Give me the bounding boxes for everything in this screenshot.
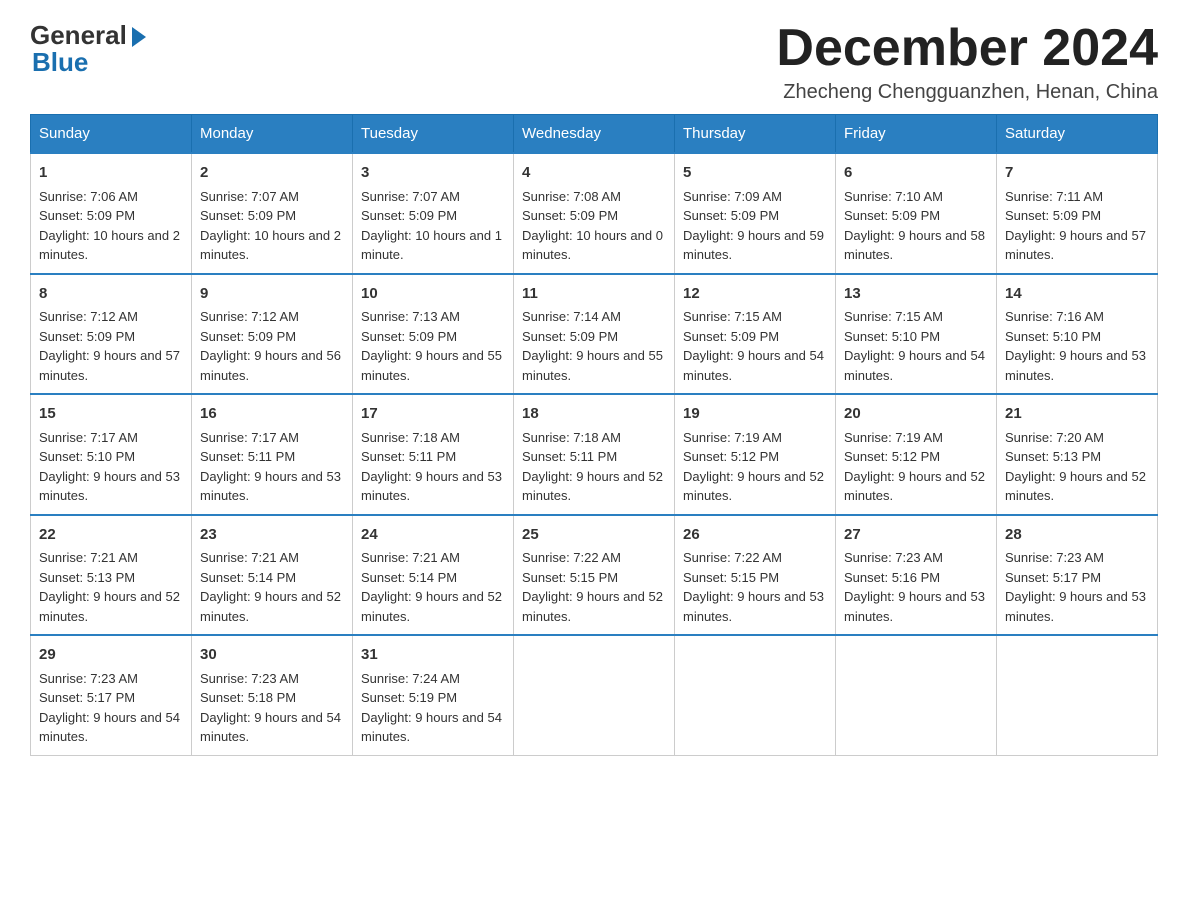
day-number: 6 <box>844 162 988 185</box>
calendar-cell: 5Sunrise: 7:09 AMSunset: 5:09 PMDaylight… <box>675 153 836 274</box>
calendar-week-row: 8Sunrise: 7:12 AMSunset: 5:09 PMDaylight… <box>31 274 1158 395</box>
day-number: 30 <box>200 644 344 667</box>
calendar-cell: 2Sunrise: 7:07 AMSunset: 5:09 PMDaylight… <box>192 153 353 274</box>
calendar-cell: 11Sunrise: 7:14 AMSunset: 5:09 PMDayligh… <box>514 274 675 395</box>
day-number: 11 <box>522 283 666 306</box>
day-number: 20 <box>844 403 988 426</box>
calendar-cell: 1Sunrise: 7:06 AMSunset: 5:09 PMDaylight… <box>31 153 192 274</box>
day-number: 16 <box>200 403 344 426</box>
day-number: 31 <box>361 644 505 667</box>
day-number: 3 <box>361 162 505 185</box>
calendar-week-row: 22Sunrise: 7:21 AMSunset: 5:13 PMDayligh… <box>31 515 1158 636</box>
weekday-header-tuesday: Tuesday <box>353 115 514 154</box>
calendar-cell: 19Sunrise: 7:19 AMSunset: 5:12 PMDayligh… <box>675 394 836 515</box>
calendar-cell: 23Sunrise: 7:21 AMSunset: 5:14 PMDayligh… <box>192 515 353 636</box>
calendar-cell: 25Sunrise: 7:22 AMSunset: 5:15 PMDayligh… <box>514 515 675 636</box>
day-number: 15 <box>39 403 183 426</box>
weekday-header-monday: Monday <box>192 115 353 154</box>
calendar-cell: 22Sunrise: 7:21 AMSunset: 5:13 PMDayligh… <box>31 515 192 636</box>
calendar-week-row: 15Sunrise: 7:17 AMSunset: 5:10 PMDayligh… <box>31 394 1158 515</box>
day-number: 13 <box>844 283 988 306</box>
weekday-header-saturday: Saturday <box>997 115 1158 154</box>
calendar-cell <box>675 635 836 755</box>
weekday-header-wednesday: Wednesday <box>514 115 675 154</box>
calendar-cell: 24Sunrise: 7:21 AMSunset: 5:14 PMDayligh… <box>353 515 514 636</box>
logo-blue-text: Blue <box>32 47 88 78</box>
calendar-cell: 3Sunrise: 7:07 AMSunset: 5:09 PMDaylight… <box>353 153 514 274</box>
calendar-cell: 4Sunrise: 7:08 AMSunset: 5:09 PMDaylight… <box>514 153 675 274</box>
day-number: 27 <box>844 524 988 547</box>
calendar-cell: 18Sunrise: 7:18 AMSunset: 5:11 PMDayligh… <box>514 394 675 515</box>
calendar-cell: 7Sunrise: 7:11 AMSunset: 5:09 PMDaylight… <box>997 153 1158 274</box>
weekday-header-row: SundayMondayTuesdayWednesdayThursdayFrid… <box>31 115 1158 154</box>
calendar-cell: 8Sunrise: 7:12 AMSunset: 5:09 PMDaylight… <box>31 274 192 395</box>
calendar-cell: 20Sunrise: 7:19 AMSunset: 5:12 PMDayligh… <box>836 394 997 515</box>
logo: General Blue <box>30 20 146 78</box>
calendar-cell: 28Sunrise: 7:23 AMSunset: 5:17 PMDayligh… <box>997 515 1158 636</box>
calendar-cell: 9Sunrise: 7:12 AMSunset: 5:09 PMDaylight… <box>192 274 353 395</box>
day-number: 22 <box>39 524 183 547</box>
logo-arrow-icon <box>132 27 146 47</box>
day-number: 26 <box>683 524 827 547</box>
calendar-cell: 13Sunrise: 7:15 AMSunset: 5:10 PMDayligh… <box>836 274 997 395</box>
day-number: 9 <box>200 283 344 306</box>
day-number: 5 <box>683 162 827 185</box>
calendar-cell: 21Sunrise: 7:20 AMSunset: 5:13 PMDayligh… <box>997 394 1158 515</box>
day-number: 12 <box>683 283 827 306</box>
calendar-cell: 16Sunrise: 7:17 AMSunset: 5:11 PMDayligh… <box>192 394 353 515</box>
day-number: 24 <box>361 524 505 547</box>
day-number: 21 <box>1005 403 1149 426</box>
title-area: December 2024 Zhecheng Chengguanzhen, He… <box>776 20 1158 104</box>
day-number: 7 <box>1005 162 1149 185</box>
weekday-header-friday: Friday <box>836 115 997 154</box>
day-number: 14 <box>1005 283 1149 306</box>
calendar-cell <box>514 635 675 755</box>
location-subtitle: Zhecheng Chengguanzhen, Henan, China <box>776 81 1158 104</box>
weekday-header-sunday: Sunday <box>31 115 192 154</box>
calendar-cell: 26Sunrise: 7:22 AMSunset: 5:15 PMDayligh… <box>675 515 836 636</box>
day-number: 8 <box>39 283 183 306</box>
day-number: 18 <box>522 403 666 426</box>
calendar-cell: 6Sunrise: 7:10 AMSunset: 5:09 PMDaylight… <box>836 153 997 274</box>
calendar-cell: 30Sunrise: 7:23 AMSunset: 5:18 PMDayligh… <box>192 635 353 755</box>
page-header: General Blue December 2024 Zhecheng Chen… <box>30 20 1158 104</box>
day-number: 4 <box>522 162 666 185</box>
calendar-cell: 31Sunrise: 7:24 AMSunset: 5:19 PMDayligh… <box>353 635 514 755</box>
weekday-header-thursday: Thursday <box>675 115 836 154</box>
calendar-cell <box>997 635 1158 755</box>
calendar-table: SundayMondayTuesdayWednesdayThursdayFrid… <box>30 114 1158 756</box>
day-number: 19 <box>683 403 827 426</box>
calendar-cell: 12Sunrise: 7:15 AMSunset: 5:09 PMDayligh… <box>675 274 836 395</box>
calendar-cell: 15Sunrise: 7:17 AMSunset: 5:10 PMDayligh… <box>31 394 192 515</box>
day-number: 2 <box>200 162 344 185</box>
day-number: 25 <box>522 524 666 547</box>
calendar-cell: 29Sunrise: 7:23 AMSunset: 5:17 PMDayligh… <box>31 635 192 755</box>
calendar-week-row: 29Sunrise: 7:23 AMSunset: 5:17 PMDayligh… <box>31 635 1158 755</box>
calendar-cell: 17Sunrise: 7:18 AMSunset: 5:11 PMDayligh… <box>353 394 514 515</box>
day-number: 23 <box>200 524 344 547</box>
calendar-cell <box>836 635 997 755</box>
day-number: 17 <box>361 403 505 426</box>
calendar-cell: 10Sunrise: 7:13 AMSunset: 5:09 PMDayligh… <box>353 274 514 395</box>
calendar-cell: 14Sunrise: 7:16 AMSunset: 5:10 PMDayligh… <box>997 274 1158 395</box>
day-number: 29 <box>39 644 183 667</box>
day-number: 28 <box>1005 524 1149 547</box>
month-title: December 2024 <box>776 20 1158 77</box>
day-number: 10 <box>361 283 505 306</box>
calendar-cell: 27Sunrise: 7:23 AMSunset: 5:16 PMDayligh… <box>836 515 997 636</box>
calendar-week-row: 1Sunrise: 7:06 AMSunset: 5:09 PMDaylight… <box>31 153 1158 274</box>
day-number: 1 <box>39 162 183 185</box>
